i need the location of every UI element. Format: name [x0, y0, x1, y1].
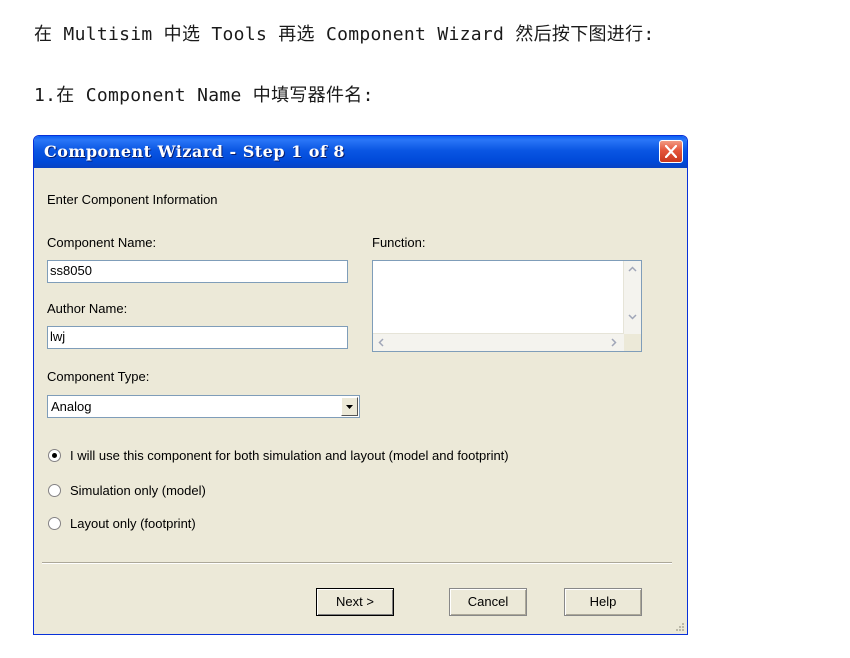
cancel-button[interactable]: Cancel — [449, 588, 527, 616]
separator — [42, 562, 672, 564]
component-name-input[interactable]: ss8050 — [47, 260, 348, 283]
component-type-dropdown-button[interactable] — [341, 397, 358, 416]
resize-grip-icon[interactable] — [675, 622, 685, 632]
next-button[interactable]: Next > — [316, 588, 394, 616]
radio-label: Simulation only (model) — [70, 483, 206, 498]
component-type-value: Analog — [51, 399, 92, 414]
help-button[interactable]: Help — [564, 588, 642, 616]
radio-label: I will use this component for both simul… — [70, 448, 509, 463]
dropdown-arrow-icon — [346, 405, 353, 409]
scroll-down-icon[interactable] — [625, 309, 640, 324]
radio-button[interactable] — [48, 517, 61, 530]
close-icon — [665, 145, 677, 158]
component-wizard-dialog: Component Wizard - Step 1 of 8 Enter Com… — [33, 135, 688, 635]
author-name-label: Author Name: — [47, 301, 128, 316]
function-textarea[interactable] — [372, 260, 642, 352]
instruction-line-2: 1.在 Component Name 中填写器件名: — [34, 85, 374, 106]
component-type-select[interactable]: Analog — [47, 395, 360, 418]
component-name-label: Component Name: — [47, 235, 157, 250]
function-vertical-scrollbar[interactable] — [623, 261, 641, 335]
radio-label: Layout only (footprint) — [70, 516, 196, 531]
scroll-corner — [624, 334, 641, 351]
function-horizontal-scrollbar[interactable] — [373, 333, 624, 351]
scroll-up-icon[interactable] — [625, 262, 640, 277]
window-title: Component Wizard - Step 1 of 8 — [44, 142, 346, 161]
title-bar[interactable]: Component Wizard - Step 1 of 8 — [34, 136, 687, 168]
scroll-left-icon[interactable] — [374, 335, 389, 350]
radio-button[interactable] — [48, 449, 61, 462]
author-name-input[interactable]: lwj — [47, 326, 348, 349]
radio-button[interactable] — [48, 484, 61, 497]
component-type-label: Component Type: — [47, 369, 150, 384]
function-label: Function: — [372, 235, 426, 250]
close-button[interactable] — [659, 140, 683, 163]
section-heading: Enter Component Information — [47, 192, 218, 207]
instruction-line-1: 在 Multisim 中选 Tools 再选 Component Wizard … — [34, 24, 655, 45]
scroll-right-icon[interactable] — [606, 335, 621, 350]
